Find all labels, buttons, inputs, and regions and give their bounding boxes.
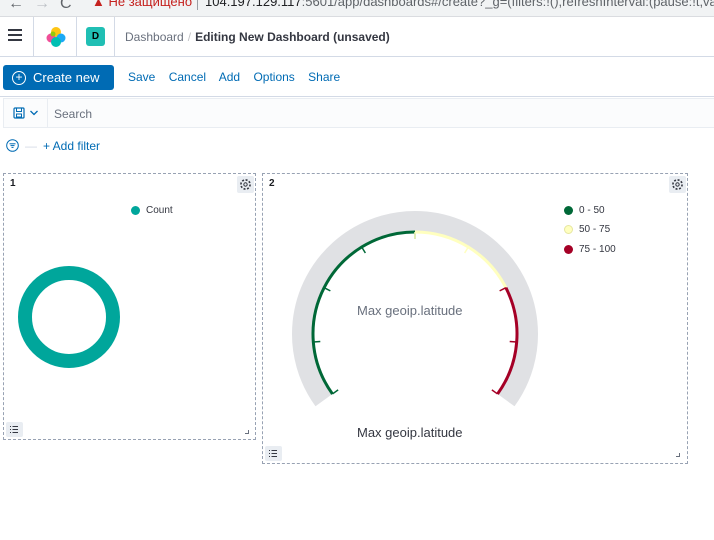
create-new-label: Create new — [33, 70, 100, 85]
legend-label: Count — [146, 205, 173, 216]
legend-toggle-button[interactable] — [265, 446, 282, 461]
gauge-title: Max geoip.latitude — [357, 425, 463, 440]
gauge-chart — [292, 211, 538, 407]
add-filter-button[interactable]: + Add filter — [43, 139, 100, 153]
gauge-tick — [491, 389, 498, 395]
gauge-tick — [332, 389, 339, 395]
donut-slice-count[interactable] — [18, 266, 120, 368]
breadcrumb-current: Editing New Dashboard (unsaved) — [195, 30, 390, 44]
share-link[interactable]: Share — [308, 70, 340, 84]
browser-address-bar: ← → C ▲ Не защищено 104.197.129.117:5601… — [0, 0, 714, 17]
gauge-range-2[interactable] — [496, 287, 519, 395]
gauge-tick — [463, 246, 469, 254]
options-link[interactable]: Options — [253, 70, 294, 84]
back-arrow-icon[interactable]: ← — [8, 0, 24, 13]
url-host: 104.197.129.117 — [205, 0, 302, 9]
search-input[interactable]: Search — [54, 107, 92, 121]
filter-icon[interactable] — [6, 139, 19, 152]
gauge-tick — [313, 340, 321, 343]
gauge-tick — [499, 287, 507, 292]
gear-icon[interactable] — [669, 176, 686, 193]
header-divider — [76, 17, 77, 57]
saved-query-button[interactable] — [4, 99, 48, 127]
legend-item-75-100[interactable]: 75 - 100 — [564, 244, 616, 255]
gear-icon[interactable] — [237, 176, 254, 193]
add-link[interactable]: Add — [219, 70, 240, 84]
reload-icon[interactable]: C — [60, 0, 72, 13]
gauge-tick — [361, 246, 367, 254]
breadcrumb-dashboard[interactable]: Dashboard — [125, 30, 184, 44]
legend-item-50-75[interactable]: 50 - 75 — [564, 224, 610, 235]
url-path: :5601/app/dashboards#/create?_g=(filters… — [301, 0, 714, 9]
panel-2[interactable]: 2 0 - 50 50 - 75 75 - 100 Max geoip.lati… — [262, 173, 688, 464]
plus-circle-icon: + — [12, 70, 26, 85]
cancel-link[interactable]: Cancel — [169, 70, 206, 84]
query-bar: Search — [3, 98, 714, 128]
url-separator — [197, 0, 198, 10]
top-nav-menu: + Create new Save Cancel Add Options Sha… — [0, 57, 714, 97]
gauge-tick — [499, 287, 507, 292]
resize-handle[interactable] — [245, 430, 249, 434]
panel-title: 1 — [10, 178, 16, 189]
list-icon — [10, 426, 18, 433]
gauge-tick — [509, 340, 517, 343]
legend-dot — [564, 225, 573, 234]
legend-dot — [564, 206, 573, 215]
header-divider — [33, 17, 34, 57]
elastic-logo-icon[interactable] — [45, 26, 67, 48]
insecure-warning[interactable]: ▲ Не защищено — [92, 0, 192, 9]
create-new-button[interactable]: + Create new — [3, 65, 114, 90]
save-link[interactable]: Save — [128, 70, 155, 84]
legend-item-count[interactable]: Count — [131, 205, 173, 216]
url-field[interactable]: 104.197.129.117:5601/app/dashboards#/cre… — [205, 0, 714, 9]
legend-label: 0 - 50 — [579, 205, 605, 216]
top-nav-links: Save Cancel Add Options Share — [128, 70, 350, 84]
legend-toggle-button[interactable] — [6, 422, 23, 437]
save-icon — [13, 107, 25, 119]
resize-handle[interactable] — [676, 453, 680, 457]
legend-item-0-50[interactable]: 0 - 50 — [564, 205, 605, 216]
legend-label: 75 - 100 — [579, 244, 616, 255]
breadcrumb-separator: / — [187, 30, 192, 44]
forward-arrow-icon[interactable]: → — [34, 0, 50, 13]
legend-label: 50 - 75 — [579, 224, 611, 235]
header-divider — [114, 17, 115, 57]
filter-bar: — + Add filter — [6, 139, 100, 155]
list-icon — [269, 450, 277, 457]
insecure-warning-text: Не защищено — [108, 0, 193, 9]
panel-title: 2 — [269, 178, 275, 189]
filter-divider: — — [25, 139, 37, 153]
legend-dot — [564, 245, 573, 254]
menu-icon[interactable] — [8, 29, 22, 43]
app-header: D Dashboard / Editing New Dashboard (unsav… — [0, 17, 714, 57]
gauge-range-1[interactable] — [414, 230, 508, 289]
chevron-down-icon — [30, 110, 38, 116]
legend-dot — [131, 206, 140, 215]
space-avatar[interactable]: D — [86, 27, 105, 46]
gauge-tick — [323, 287, 331, 292]
gauge-center-label: Max geoip.latitude — [357, 303, 463, 318]
breadcrumb: Dashboard / Editing New Dashboard (unsaved… — [125, 30, 390, 44]
panel-1[interactable]: 1 Count — [3, 173, 256, 440]
